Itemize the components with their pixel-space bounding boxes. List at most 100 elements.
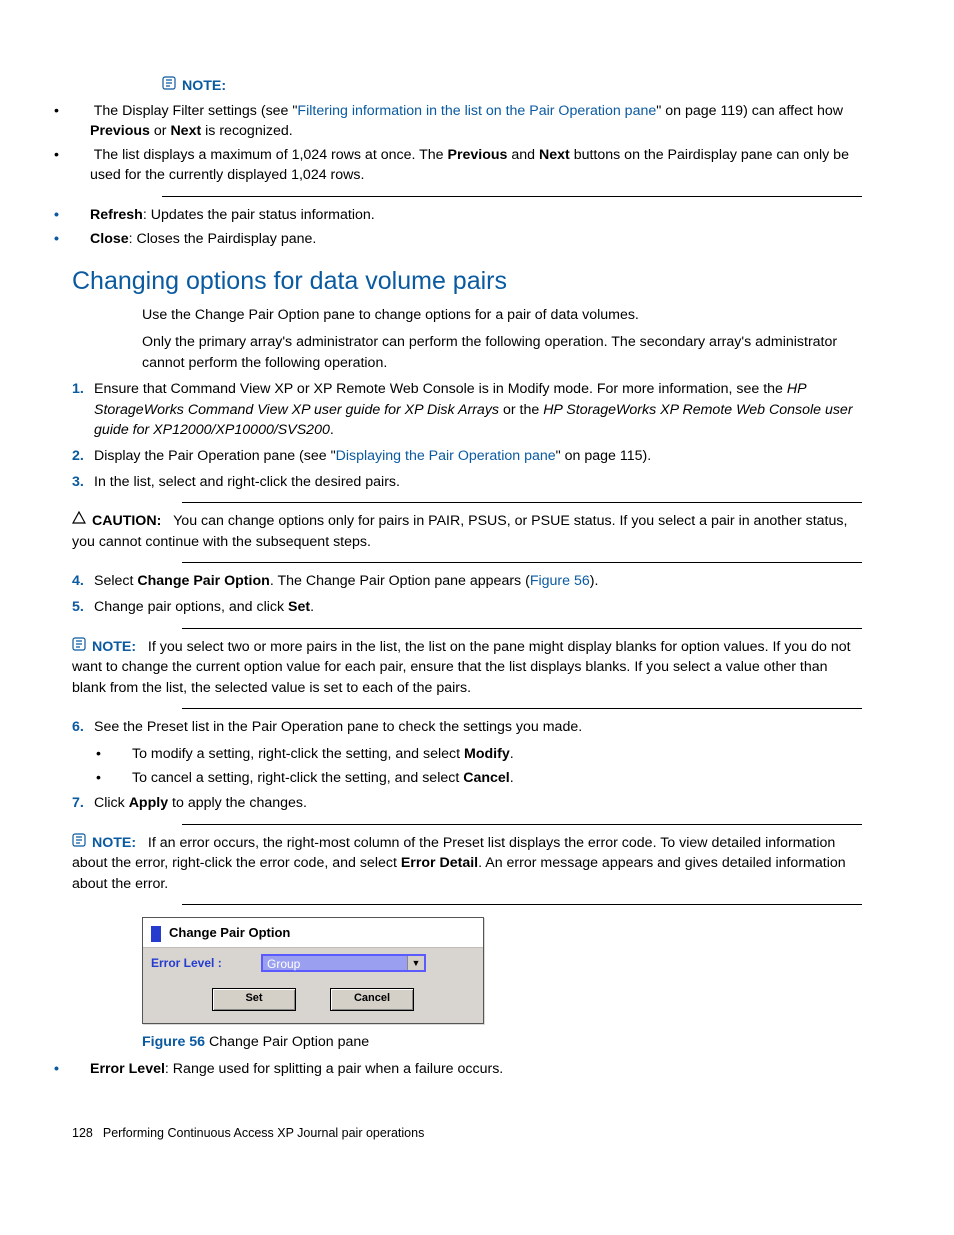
- step-4: Select Change Pair Option. The Change Pa…: [72, 571, 862, 592]
- def: : Closes the Pairdisplay pane.: [129, 231, 317, 247]
- text: The list displays a maximum of 1,024 row…: [94, 147, 448, 163]
- step-2: Display the Pair Operation pane (see "Di…: [72, 446, 862, 467]
- substeps: To modify a setting, right-click the set…: [114, 744, 862, 788]
- intro-1: Use the Change Pair Option pane to chang…: [142, 305, 862, 326]
- text: is recognized.: [201, 123, 292, 139]
- text: .: [310, 599, 314, 615]
- substep-modify: To modify a setting, right-click the set…: [132, 744, 862, 765]
- text: " on page 119) can affect how: [656, 103, 843, 119]
- term: Refresh: [90, 207, 143, 223]
- text: Select: [94, 573, 137, 589]
- procedure-steps: Ensure that Command View XP or XP Remote…: [72, 379, 862, 492]
- caution-icon: [72, 511, 88, 532]
- step-5: Change pair options, and click Set.: [72, 597, 862, 618]
- note-block-3: NOTE: If an error occurs, the right-most…: [72, 833, 862, 895]
- button-ref: Apply: [129, 795, 168, 811]
- menu-item: Modify: [464, 746, 510, 762]
- text: Click: [94, 795, 129, 811]
- text: Change pair options, and click: [94, 599, 288, 615]
- chapter-title: Performing Continuous Access XP Journal …: [103, 1126, 424, 1140]
- text-previous: Previous: [90, 123, 150, 139]
- note-text: If you select two or more pairs in the l…: [72, 639, 851, 696]
- link-filtering[interactable]: Filtering information in the list on the…: [297, 103, 656, 119]
- note-label: NOTE:: [92, 639, 136, 655]
- divider: [182, 502, 862, 503]
- text-previous: Previous: [447, 147, 507, 163]
- text: Display the Pair Operation pane (see ": [94, 448, 336, 464]
- step-7: Click Apply to apply the changes.: [72, 793, 862, 814]
- term: Error Level: [90, 1061, 165, 1077]
- procedure-steps-cont: Select Change Pair Option. The Change Pa…: [72, 571, 862, 617]
- title-marker-icon: [151, 926, 161, 942]
- caution-text: You can change options only for pairs in…: [72, 513, 847, 550]
- step-3: In the list, select and right-click the …: [72, 472, 862, 493]
- figure-caption: Figure 56 Change Pair Option pane: [142, 1032, 862, 1053]
- menu-item: Change Pair Option: [137, 573, 269, 589]
- cancel-button[interactable]: Cancel: [330, 988, 414, 1011]
- intro-2: Only the primary array's administrator c…: [142, 332, 862, 373]
- section-heading: Changing options for data volume pairs: [72, 263, 862, 299]
- def-error-level: Error Level: Range used for splitting a …: [90, 1059, 862, 1080]
- text-next: Next: [170, 123, 201, 139]
- note-icon: [72, 833, 88, 854]
- text: and: [507, 147, 539, 163]
- note-icon: [162, 76, 178, 97]
- note-icon: [72, 637, 88, 658]
- text: .: [330, 422, 334, 438]
- link-display-pair-op[interactable]: Displaying the Pair Operation pane: [336, 448, 556, 464]
- step-1: Ensure that Command View XP or XP Remote…: [72, 379, 862, 441]
- divider: [182, 562, 862, 563]
- def-refresh: Refresh: Updates the pair status informa…: [90, 205, 862, 226]
- menu-item: Cancel: [463, 770, 510, 786]
- def: : Updates the pair status information.: [143, 207, 375, 223]
- dialog-title: Change Pair Option: [143, 918, 483, 948]
- text: See the Preset list in the Pair Operatio…: [94, 719, 582, 735]
- page-footer: 128 Performing Continuous Access XP Journ…: [72, 1124, 862, 1142]
- note-block-2: NOTE: If you select two or more pairs in…: [72, 637, 862, 699]
- figure-number: Figure 56: [142, 1034, 205, 1050]
- def: : Range used for splitting a pair when a…: [165, 1061, 503, 1077]
- dialog-title-text: Change Pair Option: [169, 924, 290, 943]
- term: Close: [90, 231, 129, 247]
- text: ).: [590, 573, 599, 589]
- text: Ensure that Command View XP or XP Remote…: [94, 381, 787, 397]
- note-bullet-2: The list displays a maximum of 1,024 row…: [90, 145, 862, 186]
- divider: [162, 196, 862, 197]
- text: .: [510, 770, 514, 786]
- note-bullet-1: The Display Filter settings (see "Filter…: [90, 101, 862, 142]
- link-figure-56[interactable]: Figure 56: [530, 573, 590, 589]
- text-next: Next: [539, 147, 570, 163]
- note-label: NOTE:: [92, 835, 136, 851]
- step-6: See the Preset list in the Pair Operatio…: [72, 717, 862, 788]
- divider: [182, 904, 862, 905]
- caution-label: CAUTION:: [92, 513, 161, 529]
- text: to apply the changes.: [168, 795, 307, 811]
- text: or: [150, 123, 171, 139]
- button-ref: Set: [288, 599, 310, 615]
- procedure-steps-cont2: See the Preset list in the Pair Operatio…: [72, 717, 862, 813]
- text: The Display Filter settings (see ": [94, 103, 298, 119]
- def-list: Refresh: Updates the pair status informa…: [72, 205, 862, 249]
- divider: [182, 628, 862, 629]
- text: " on page 115).: [556, 448, 652, 464]
- chevron-down-icon[interactable]: ▼: [407, 956, 424, 970]
- text: or the: [499, 402, 543, 418]
- set-button[interactable]: Set: [212, 988, 296, 1011]
- caution-block: CAUTION: You can change options only for…: [72, 511, 862, 552]
- error-level-label: Error Level :: [151, 955, 261, 972]
- def-close: Close: Closes the Pairdisplay pane.: [90, 229, 862, 250]
- text: To modify a setting, right-click the set…: [132, 746, 464, 762]
- divider: [182, 824, 862, 825]
- divider: [182, 708, 862, 709]
- change-pair-option-dialog: Change Pair Option Error Level : Group ▼…: [142, 917, 484, 1024]
- page-number: 128: [72, 1126, 93, 1140]
- note-label: NOTE:: [182, 78, 226, 94]
- substep-cancel: To cancel a setting, right-click the set…: [132, 768, 862, 789]
- def-list-2: Error Level: Range used for splitting a …: [72, 1059, 862, 1080]
- figure-text: Change Pair Option pane: [205, 1034, 369, 1050]
- text: . The Change Pair Option pane appears (: [270, 573, 530, 589]
- menu-item: Error Detail: [401, 855, 478, 871]
- text: To cancel a setting, right-click the set…: [132, 770, 463, 786]
- error-level-dropdown[interactable]: Group ▼: [261, 954, 426, 972]
- text: .: [510, 746, 514, 762]
